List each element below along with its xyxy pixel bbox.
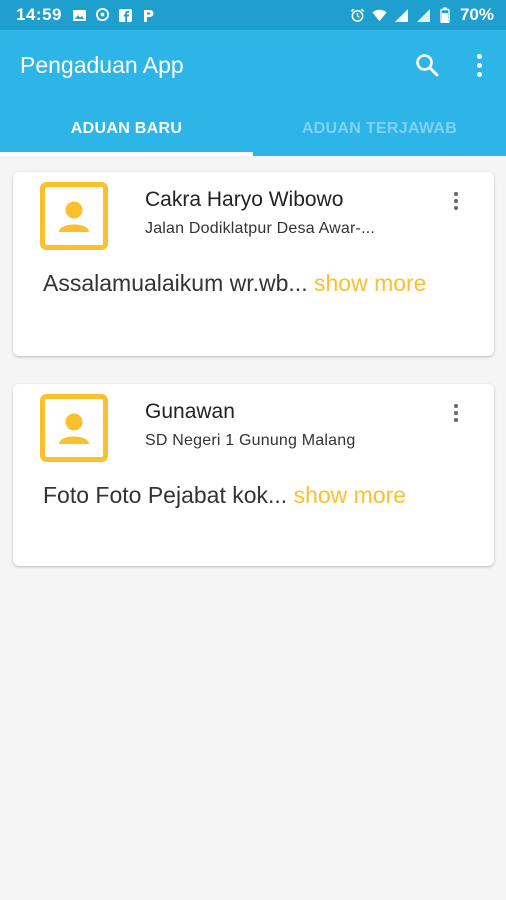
- complaint-card[interactable]: Gunawan SD Negeri 1 Gunung Malang Foto F…: [13, 384, 494, 566]
- alarm-icon: [350, 8, 365, 23]
- search-icon[interactable]: [414, 52, 440, 78]
- p-app-icon: [141, 8, 156, 23]
- status-time: 14:59: [16, 5, 62, 24]
- battery-percent: 70%: [459, 5, 494, 24]
- complainant-name: Cakra Haryo Wibowo: [145, 188, 344, 211]
- image-icon: [72, 8, 87, 23]
- contact-avatar-icon: [40, 182, 108, 250]
- complaint-location: Jalan Dodiklatpur Desa Awar-...: [145, 220, 376, 237]
- more-vertical-icon[interactable]: [466, 50, 492, 80]
- app-bar: Pengaduan App ADUAN BARU ADUAN TERJAWAB: [0, 30, 506, 156]
- card-more-icon[interactable]: [445, 400, 467, 426]
- app-title: Pengaduan App: [20, 52, 184, 78]
- complaint-text: Foto Foto Pejabat kok... show more: [43, 480, 453, 510]
- whatsapp-icon: [95, 7, 110, 23]
- status-bar: 14:59 70%: [0, 0, 506, 30]
- show-more-link[interactable]: show more: [294, 482, 406, 508]
- battery-icon: [438, 7, 453, 23]
- card-more-icon[interactable]: [445, 188, 467, 214]
- signal-icon: [394, 8, 409, 23]
- complaint-excerpt: Assalamualaikum wr.wb...: [43, 270, 308, 296]
- complainant-name: Gunawan: [145, 400, 235, 423]
- tab-indicator: [0, 152, 253, 156]
- tab-aduan-terjawab[interactable]: ADUAN TERJAWAB: [253, 112, 506, 156]
- complaint-card[interactable]: Cakra Haryo Wibowo Jalan Dodiklatpur Des…: [13, 172, 494, 356]
- complaint-location: SD Negeri 1 Gunung Malang: [145, 432, 356, 449]
- contact-avatar-icon: [40, 394, 108, 462]
- complaint-text: Assalamualaikum wr.wb... show more: [43, 268, 453, 298]
- tab-aduan-baru[interactable]: ADUAN BARU: [0, 112, 253, 156]
- complaint-excerpt: Foto Foto Pejabat kok...: [43, 482, 288, 508]
- wifi-icon: [372, 8, 387, 23]
- show-more-link[interactable]: show more: [314, 270, 426, 296]
- signal-icon: [416, 8, 431, 23]
- facebook-icon: [118, 8, 133, 23]
